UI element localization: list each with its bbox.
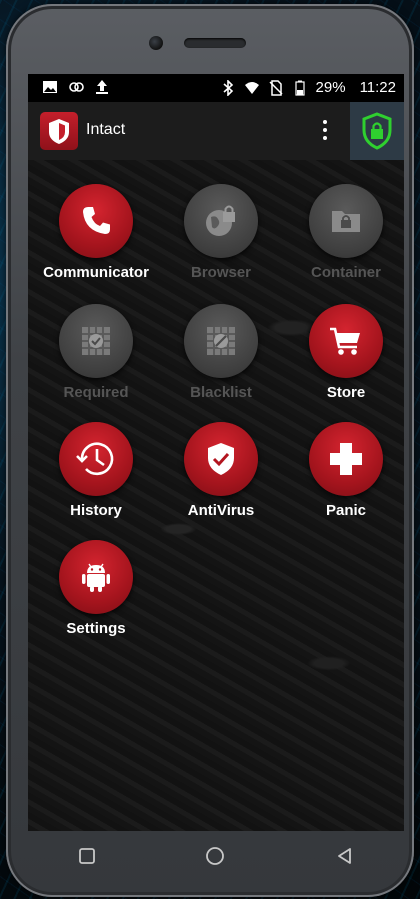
app-logo [40,112,78,150]
sync-icon [69,82,84,92]
app-grid: Communicator Browser Container Required … [28,160,404,831]
app-communicator[interactable]: Communicator [36,184,156,281]
earpiece-speaker [184,38,246,48]
grid-block-icon [207,327,235,355]
status-bar: 29% 11:22 [28,74,404,102]
phone-frame: 29% 11:22 Intact Communicator Browser Co… [6,4,414,897]
shield-logo-icon [49,119,69,144]
app-settings[interactable]: Settings [36,540,156,637]
wifi-icon [244,81,259,94]
app-label: Container [310,264,381,281]
recents-icon[interactable] [78,847,96,865]
app-label: Blacklist [190,384,252,401]
app-label: Settings [66,620,126,637]
front-camera [149,36,163,50]
app-container[interactable]: Container [286,184,404,281]
app-label: Store [326,384,366,401]
app-label: Browser [190,264,252,281]
app-store[interactable]: Store [286,304,404,401]
navigation-bar [22,827,398,885]
app-required[interactable]: Required [36,304,156,401]
security-status-button[interactable] [350,102,404,160]
globe-lock-icon [206,205,235,236]
battery-percent: 29% [315,79,346,96]
app-history[interactable]: History [36,422,156,519]
phone-icon [83,207,110,234]
screen: 29% 11:22 Intact Communicator Browser Co… [28,74,404,831]
app-blacklist[interactable]: Blacklist [161,304,281,401]
cart-icon [330,327,360,355]
app-label: Communicator [43,264,149,281]
shield-check-icon [208,443,234,475]
app-label: History [70,502,122,519]
folder-lock-icon [332,211,360,232]
overflow-menu-button[interactable] [314,116,336,146]
upload-icon [96,80,108,94]
battery-icon [294,80,305,96]
bluetooth-icon [223,79,233,96]
history-icon [76,442,114,476]
lock-shield-icon [362,112,392,150]
grid-check-icon [82,327,110,355]
app-browser[interactable]: Browser [161,184,281,281]
app-label: Panic [325,502,367,519]
no-sim-icon [269,79,283,96]
app-bar: Intact [28,102,404,160]
app-panic[interactable]: Panic [286,422,404,519]
app-antivirus[interactable]: AntiVirus [161,422,281,519]
app-label: AntiVirus [187,502,255,519]
app-label: Required [63,384,129,401]
clock: 11:22 [359,79,396,96]
android-icon [82,563,110,592]
image-icon [43,81,57,93]
back-icon[interactable] [336,847,354,865]
plus-icon [330,443,362,475]
home-icon[interactable] [205,846,225,866]
app-title: Intact [86,121,126,138]
